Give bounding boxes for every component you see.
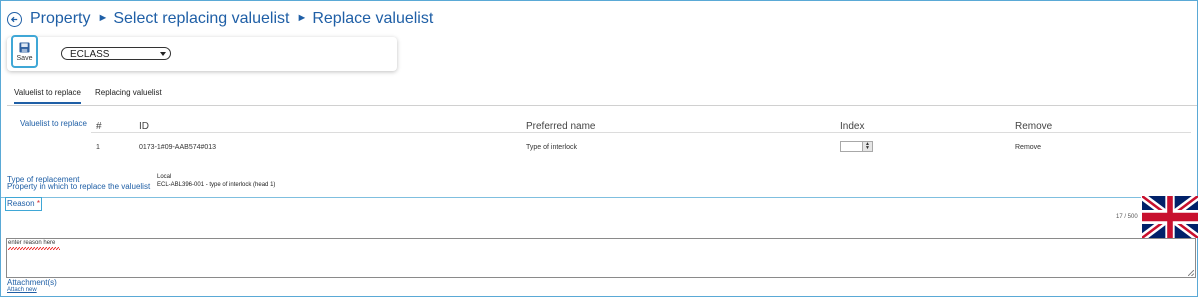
toolbar: Save ECLASS	[7, 35, 397, 71]
row-id: 0173-1#09-AAB574#013	[139, 144, 217, 151]
property-label: Property in which to replace the valueli…	[7, 182, 151, 191]
dictionary-select-value: ECLASS	[70, 49, 110, 60]
breadcrumb-replace-valuelist: Replace valuelist	[312, 10, 434, 27]
stepper-arrows-icon[interactable]: ▲ ▼	[862, 142, 872, 151]
row-preferred-name: Type of interlock	[526, 144, 577, 151]
reason-text: enter reason here	[8, 240, 56, 246]
table-header-divider	[91, 132, 1191, 133]
type-of-replacement-value: Local	[157, 174, 172, 180]
resize-handle-icon[interactable]	[1188, 270, 1194, 276]
remove-link[interactable]: Remove	[1015, 144, 1041, 151]
reason-label: Reason *	[5, 197, 42, 211]
tab-valuelist-to-replace[interactable]: Valuelist to replace	[14, 88, 81, 104]
reason-divider	[1, 197, 1141, 198]
back-arrow-icon[interactable]	[7, 11, 22, 27]
dictionary-select[interactable]: ECLASS	[61, 47, 171, 60]
reason-label-text: Reason	[7, 199, 35, 208]
column-header-preferred-name: Preferred name	[526, 121, 596, 132]
attach-new-link[interactable]: Attach new	[7, 287, 37, 293]
spellcheck-underline	[8, 247, 60, 250]
breadcrumb-property[interactable]: Property	[30, 10, 90, 28]
required-marker: *	[36, 199, 40, 208]
chevron-down-icon	[160, 52, 166, 56]
column-header-remove: Remove	[1015, 121, 1053, 132]
attachments-label: Attachment(s)	[7, 278, 57, 287]
save-label: Save	[16, 54, 33, 62]
valuelist-section-label: Valuelist to replace	[20, 119, 87, 128]
tab-replacing-valuelist[interactable]: Replacing valuelist	[95, 88, 162, 97]
breadcrumb-separator: ►	[97, 12, 109, 24]
reason-char-counter: 17 / 500	[1116, 214, 1138, 220]
breadcrumb-separator: ►	[296, 12, 308, 24]
column-header-index: Index	[840, 121, 865, 132]
save-button[interactable]: Save	[11, 35, 38, 68]
column-header-number: #	[96, 121, 102, 132]
column-header-id: ID	[139, 121, 149, 132]
tab-bar: Valuelist to replace Replacing valuelist	[7, 85, 1197, 106]
row-number: 1	[96, 144, 100, 151]
uk-flag-icon[interactable]	[1142, 196, 1198, 238]
floppy-disk-icon	[19, 41, 30, 53]
property-value: ECL-ABL396-001 - type of interlock (head…	[157, 182, 276, 188]
breadcrumb: Property ► Select replacing valuelist ► …	[7, 7, 433, 31]
breadcrumb-select-replacing-valuelist[interactable]: Select replacing valuelist	[113, 10, 289, 28]
reason-textarea[interactable]: enter reason here	[6, 238, 1196, 278]
